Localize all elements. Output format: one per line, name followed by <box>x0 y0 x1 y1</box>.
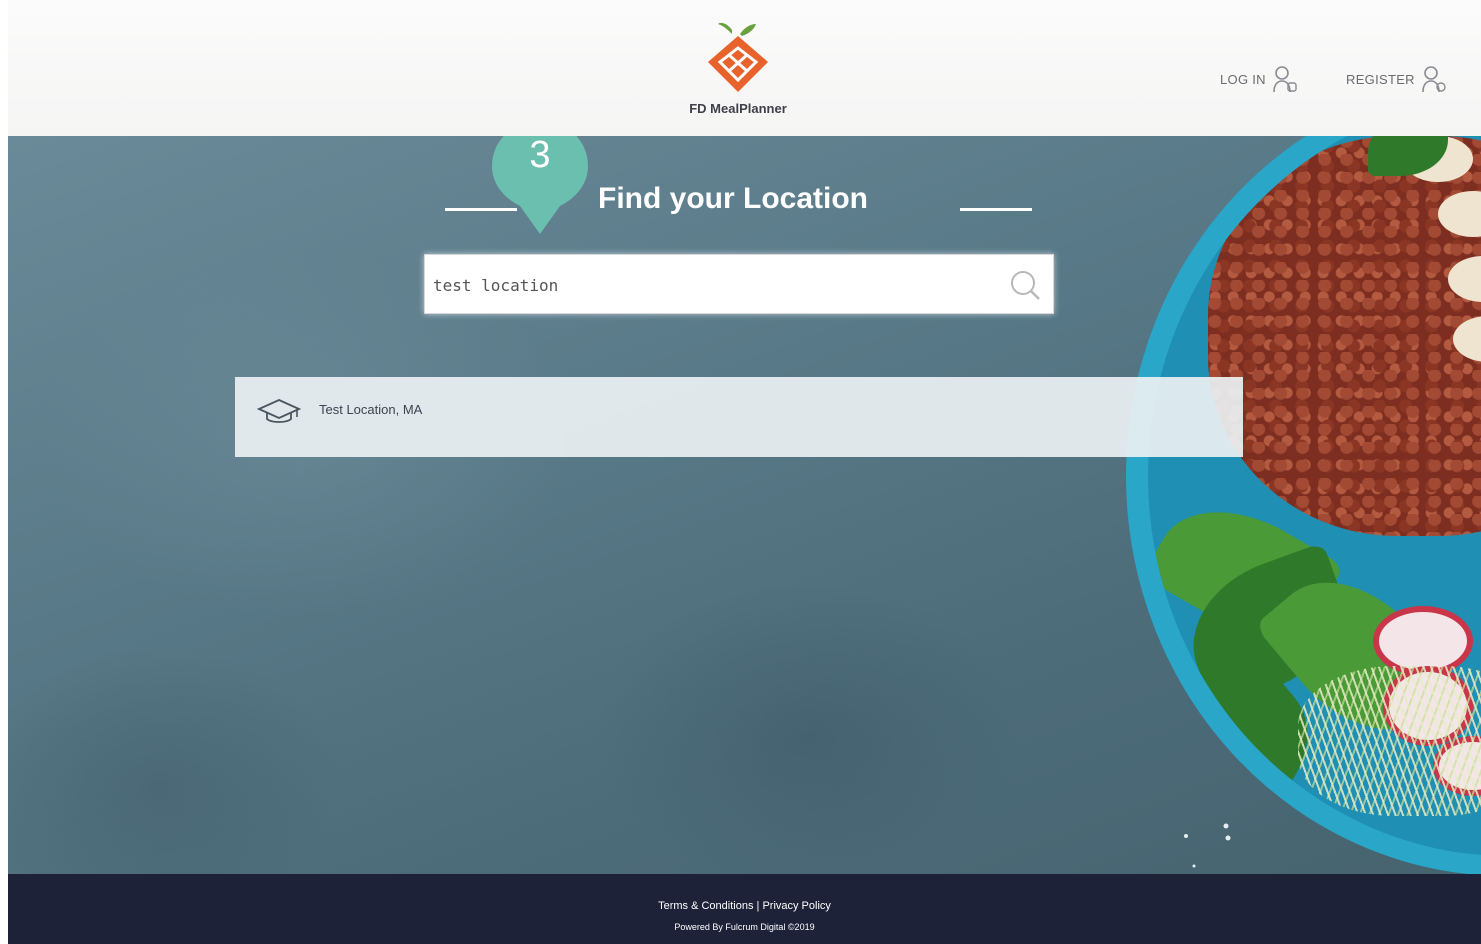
search-icon <box>1011 271 1040 300</box>
location-search-input[interactable] <box>433 269 993 301</box>
title-divider-right <box>960 208 1032 211</box>
search-result-label: Test Location, MA <box>319 402 423 417</box>
step-callout-badge: 3 <box>490 136 590 234</box>
login-link[interactable]: LOG IN <box>1220 64 1298 94</box>
hero-section: Find your Location 3 test location Test … <box>8 136 1481 874</box>
page: FD MealPlanner LOG IN REGISTER Find your… <box>0 0 1481 944</box>
search-button[interactable] <box>1009 269 1043 303</box>
login-label: LOG IN <box>1220 71 1266 87</box>
logo-text: FD MealPlanner <box>689 101 787 116</box>
register-link[interactable]: REGISTER <box>1346 64 1447 94</box>
footer: Terms & Conditions | Privacy Policy Powe… <box>8 874 1481 944</box>
search-result-item[interactable]: Test Location, MA <box>235 377 1243 457</box>
logo[interactable]: FD MealPlanner <box>658 18 818 122</box>
search-results-list: Test Location, MA <box>235 377 1243 457</box>
terms-link[interactable]: Terms & Conditions <box>658 900 753 912</box>
footer-links: Terms & Conditions | Privacy Policy <box>8 900 1481 912</box>
step-number: 3 <box>529 136 551 176</box>
powered-by-text: Powered By Fulcrum Digital ©2019 <box>674 922 815 932</box>
sprouts-image <box>1298 666 1481 816</box>
logo-icon <box>708 22 768 92</box>
page-title: Find your Location <box>598 182 868 215</box>
register-label: REGISTER <box>1346 71 1415 87</box>
privacy-link[interactable]: Privacy Policy <box>762 900 830 912</box>
user-icon <box>1422 66 1446 93</box>
header: FD MealPlanner LOG IN REGISTER <box>8 0 1481 136</box>
location-search-box <box>424 254 1054 314</box>
user-icon <box>1273 66 1297 93</box>
graduation-cap-icon <box>257 399 301 423</box>
decorative-dots <box>1176 816 1236 874</box>
